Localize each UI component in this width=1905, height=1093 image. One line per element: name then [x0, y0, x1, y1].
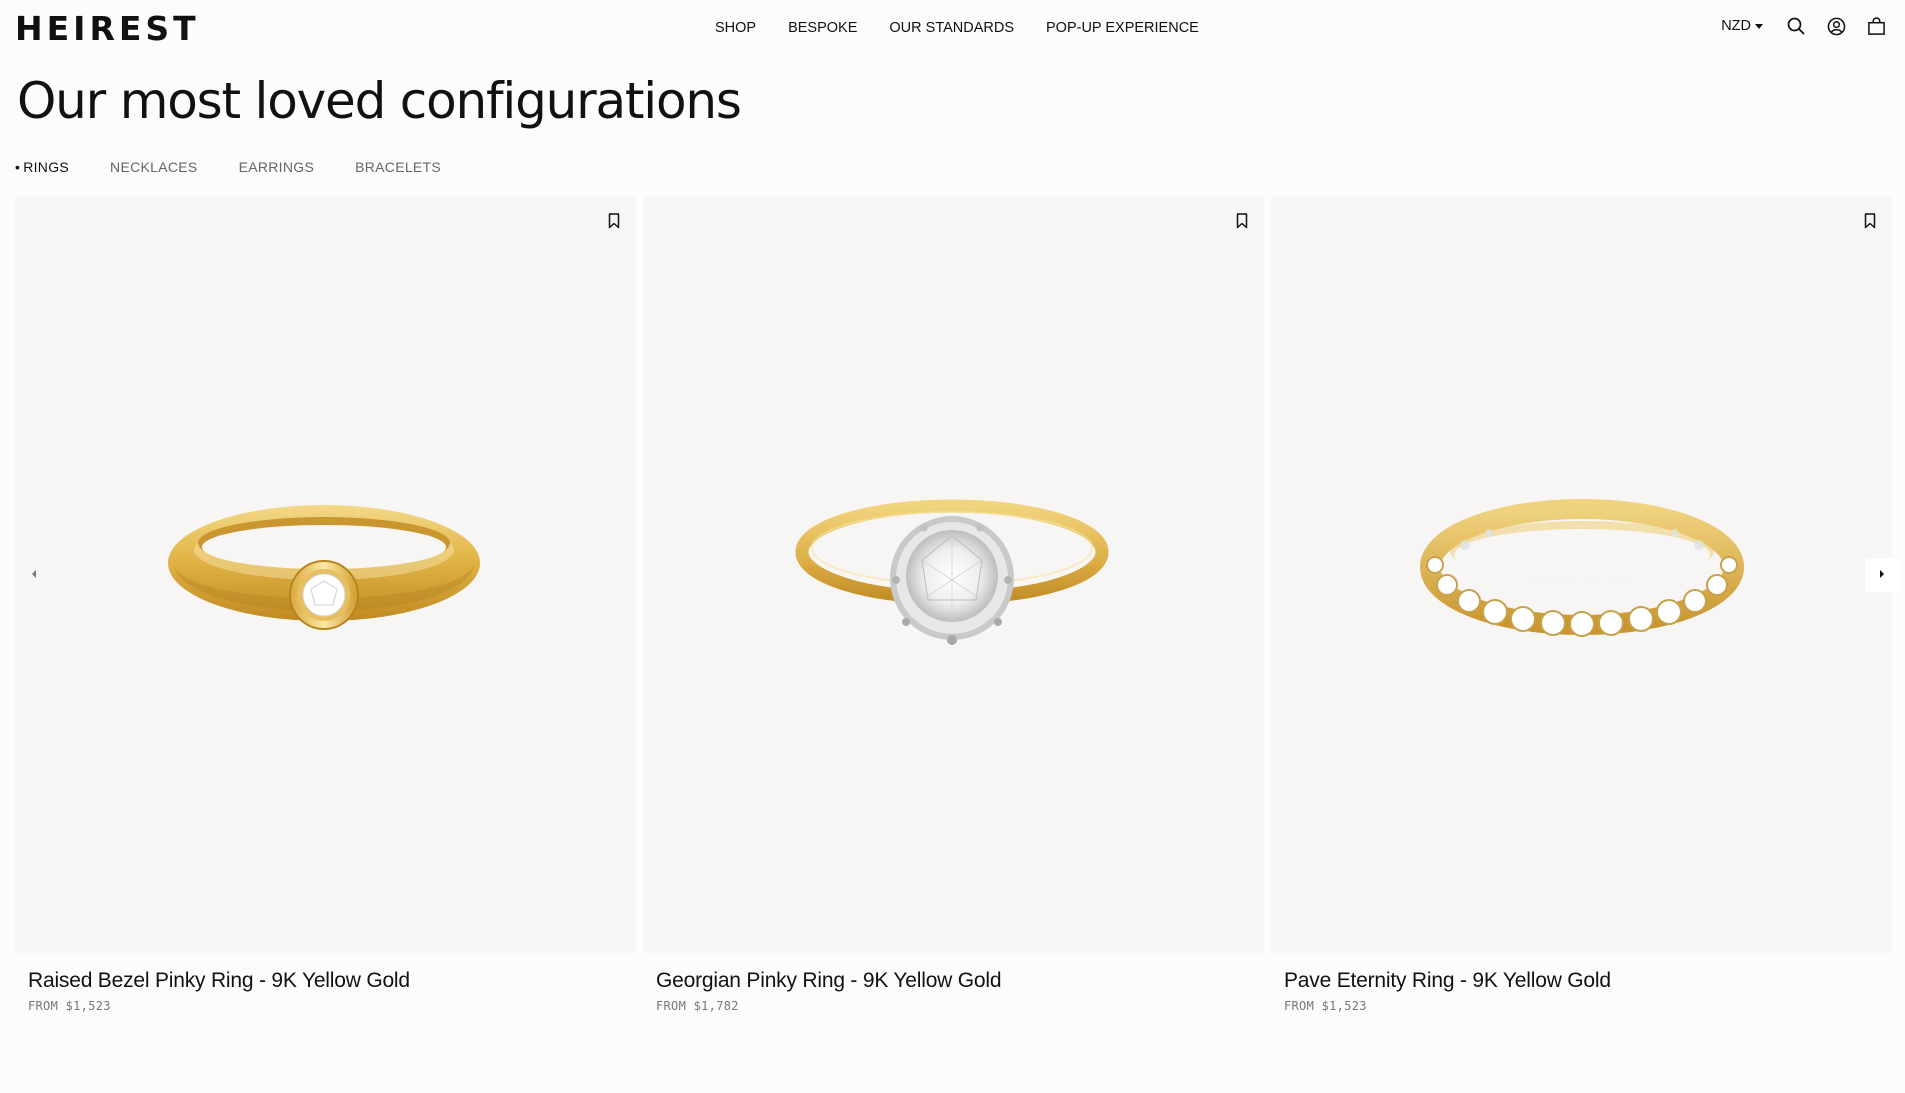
carousel-prev-button[interactable]	[17, 558, 51, 592]
main-nav: SHOP BESPOKE OUR STANDARDS POP-UP EXPERI…	[715, 20, 1199, 36]
product-card[interactable]: Raised Bezel Pinky Ring - 9K Yellow Gold…	[15, 197, 636, 1013]
product-image[interactable]	[643, 197, 1264, 953]
search-icon[interactable]	[1785, 15, 1807, 37]
currency-label: NZD	[1721, 18, 1751, 34]
product-card[interactable]: Georgian Pinky Ring - 9K Yellow Gold FRO…	[643, 197, 1264, 1013]
tab-earrings[interactable]: EARRINGS	[239, 159, 315, 175]
carousel-next-button[interactable]	[1865, 558, 1899, 592]
header-utilities: NZD	[1721, 15, 1887, 37]
product-name[interactable]: Raised Bezel Pinky Ring - 9K Yellow Gold	[28, 969, 636, 993]
currency-selector[interactable]: NZD	[1721, 18, 1763, 34]
product-price: FROM $1,523	[1284, 999, 1367, 1013]
tab-rings[interactable]: RINGS	[15, 159, 69, 175]
product-price: FROM $1,782	[656, 999, 739, 1013]
nav-pop-up-experience[interactable]: POP-UP EXPERIENCE	[1046, 20, 1199, 36]
nav-bespoke[interactable]: BESPOKE	[788, 20, 857, 36]
product-card[interactable]: Pave Eternity Ring - 9K Yellow Gold FROM…	[1271, 197, 1892, 1013]
tab-necklaces[interactable]: NECKLACES	[110, 159, 198, 175]
product-image[interactable]	[15, 197, 636, 953]
caret-down-icon	[1755, 23, 1763, 29]
section-title: Our most loved configurations	[17, 72, 742, 130]
bag-icon[interactable]	[1865, 15, 1887, 37]
ring-solitaire-image	[643, 197, 1264, 953]
product-price: FROM $1,523	[28, 999, 111, 1013]
product-name[interactable]: Pave Eternity Ring - 9K Yellow Gold	[1284, 969, 1892, 993]
category-tabs: RINGS NECKLACES EARRINGS BRACELETS	[15, 159, 441, 175]
nav-our-standards[interactable]: OUR STANDARDS	[889, 20, 1014, 36]
chevron-right-icon	[1878, 566, 1886, 584]
ring-pave-eternity-image	[1271, 197, 1892, 953]
logo[interactable]: HEIREST	[15, 11, 200, 47]
site-header: HEIREST SHOP BESPOKE OUR STANDARDS POP-U…	[0, 0, 1905, 58]
product-image[interactable]	[1271, 197, 1892, 953]
account-icon[interactable]	[1825, 15, 1847, 37]
product-name[interactable]: Georgian Pinky Ring - 9K Yellow Gold	[656, 969, 1264, 993]
nav-shop[interactable]: SHOP	[715, 20, 756, 36]
chevron-left-icon	[30, 566, 38, 584]
tab-bracelets[interactable]: BRACELETS	[355, 159, 441, 175]
ring-bezel-image	[15, 197, 636, 953]
